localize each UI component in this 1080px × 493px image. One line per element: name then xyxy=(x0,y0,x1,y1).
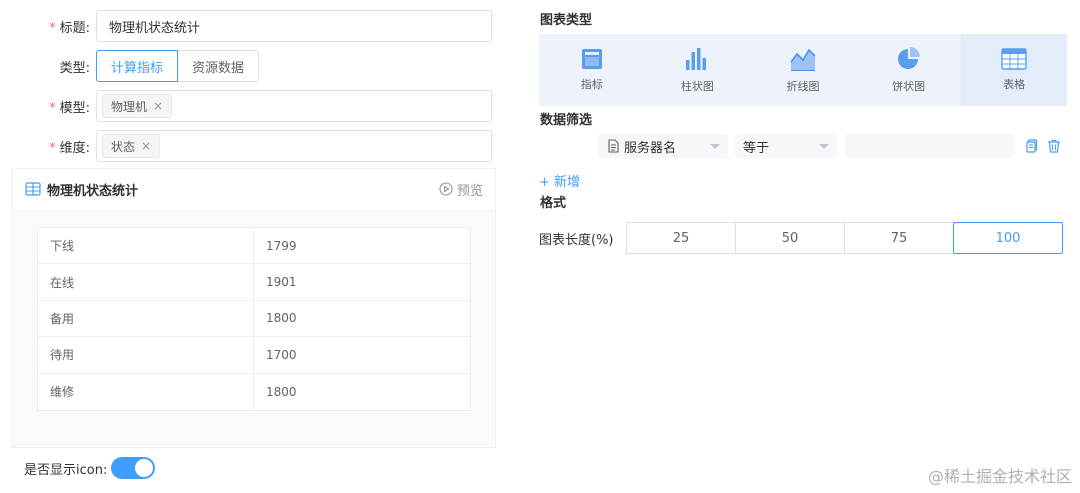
type-option-metric[interactable]: 计算指标 xyxy=(96,50,179,82)
chart-type-pie[interactable]: 饼状图 xyxy=(856,34,962,106)
table-cell-value: 1800 xyxy=(266,384,297,399)
chart-type-title: 图表类型 xyxy=(540,13,593,28)
dimension-label: * 维度: xyxy=(49,140,90,156)
type-label: 类型: xyxy=(59,60,90,76)
model-label: * 模型: xyxy=(49,100,90,116)
chart-length-label: 图表长度(%) xyxy=(539,232,614,248)
table-icon xyxy=(25,182,41,196)
length-option-25[interactable]: 25 xyxy=(626,222,736,254)
filter-field-select[interactable]: 服务器名 xyxy=(598,134,728,158)
title-label: * 标题: xyxy=(49,20,90,36)
table-row: 下线 1799 xyxy=(38,228,470,265)
pie-chart-icon xyxy=(897,47,920,69)
add-filter-link[interactable]: + 新增 xyxy=(539,171,580,190)
line-chart-icon xyxy=(790,48,816,71)
bar-chart-icon xyxy=(686,48,707,70)
data-filter-title: 数据筛选 xyxy=(540,113,593,128)
filter-operator-select[interactable]: 等于 xyxy=(735,134,837,158)
table-row: 维修 1800 xyxy=(38,373,470,410)
table-row: 在线 1901 xyxy=(38,264,470,301)
table-cell-name: 下线 xyxy=(38,228,254,264)
table-icon xyxy=(1001,48,1027,70)
table-cell-value: 1901 xyxy=(266,275,297,290)
type-row: 类型: 计算指标 资源数据 xyxy=(0,50,260,82)
preview-button[interactable]: 预览 xyxy=(439,180,483,199)
model-select[interactable]: 物理机 × xyxy=(96,90,492,122)
chart-type-table[interactable]: 表格 xyxy=(961,34,1067,106)
dimension-tag: 状态 × xyxy=(102,134,161,158)
format-title: 格式 xyxy=(540,196,567,211)
tag-close-icon[interactable]: × xyxy=(141,139,151,153)
table-cell-value: 1799 xyxy=(266,238,297,253)
table-cell-value: 1800 xyxy=(266,311,297,326)
type-option-resource[interactable]: 资源数据 xyxy=(178,50,260,82)
chart-type-bar[interactable]: 柱状图 xyxy=(645,34,751,106)
filter-row: 服务器名 等于 xyxy=(598,134,1061,158)
table-cell-name: 备用 xyxy=(38,300,254,337)
switch-knob xyxy=(135,459,154,477)
metric-icon xyxy=(581,49,602,69)
table-cell-name: 维修 xyxy=(38,373,254,410)
chevron-down-icon xyxy=(819,143,829,149)
tag-close-icon[interactable]: × xyxy=(153,99,163,113)
chart-length-options: 25 50 75 100 xyxy=(626,222,1063,254)
preview-panel: 物理机状态统计 预览 下线 1799 在线 1901 备用 1800 待用 1700 维… xyxy=(12,168,496,448)
chart-type-selector: 指标 柱状图 折线图 饼状图 表格 xyxy=(539,34,1067,106)
preview-table: 下线 1799 在线 1901 备用 1800 待用 1700 维修 1800 xyxy=(37,227,471,411)
show-icon-row: 是否显示icon: xyxy=(24,457,156,479)
trash-icon[interactable] xyxy=(1047,139,1061,153)
chart-type-line[interactable]: 折线图 xyxy=(750,34,856,106)
table-cell-name: 待用 xyxy=(38,337,254,373)
title-row: * 标题: 物理机状态统计 xyxy=(0,10,492,42)
model-row: * 模型: 物理机 × xyxy=(0,90,492,122)
preview-title: 物理机状态统计 xyxy=(25,180,138,199)
title-input[interactable]: 物理机状态统计 xyxy=(96,10,492,42)
table-row: 备用 1800 xyxy=(38,300,470,338)
dimension-select[interactable]: 状态 × xyxy=(96,130,492,162)
preview-header: 物理机状态统计 预览 xyxy=(13,169,495,209)
type-radio-group: 计算指标 资源数据 xyxy=(96,50,260,82)
model-tag: 物理机 × xyxy=(102,94,173,118)
show-icon-label: 是否显示icon: xyxy=(24,462,108,478)
table-row: 待用 1700 xyxy=(38,337,470,374)
chart-length-row: 图表长度(%) 25 50 75 100 xyxy=(539,222,1063,254)
length-option-75[interactable]: 75 xyxy=(844,222,954,254)
filter-value-input[interactable] xyxy=(845,134,1015,158)
document-icon xyxy=(608,139,619,153)
show-icon-switch[interactable] xyxy=(111,457,156,479)
chart-type-metric[interactable]: 指标 xyxy=(539,34,645,106)
length-option-100[interactable]: 100 xyxy=(953,222,1063,254)
dimension-row: * 维度: 状态 × xyxy=(0,130,492,162)
copy-icon[interactable] xyxy=(1025,139,1039,153)
table-cell-value: 1700 xyxy=(266,347,297,362)
play-icon xyxy=(439,182,453,196)
length-option-50[interactable]: 50 xyxy=(735,222,845,254)
table-cell-name: 在线 xyxy=(38,264,254,300)
chevron-down-icon xyxy=(710,143,720,149)
watermark: @稀土掘金技术社区 xyxy=(927,467,1072,486)
